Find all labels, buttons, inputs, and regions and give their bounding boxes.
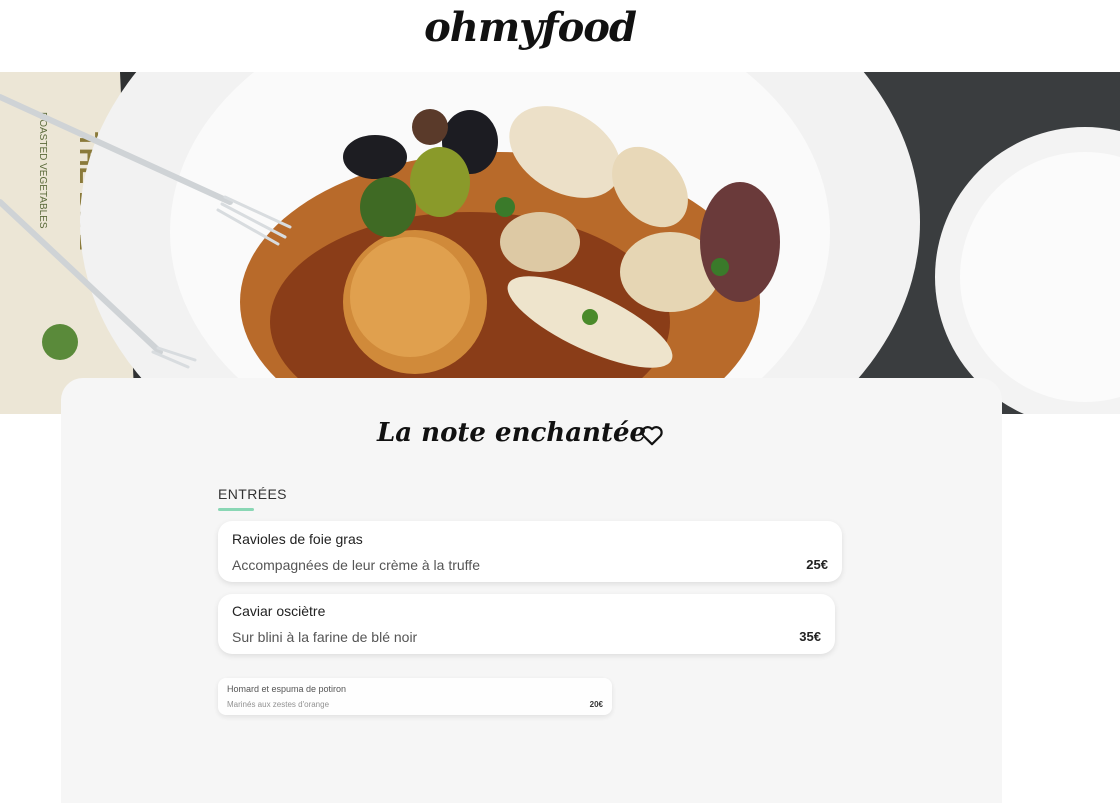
hero-image: ROASTED VEGETABLES THE BITE [0, 72, 1120, 414]
dish-card[interactable]: Homard et espuma de potiron Marinés aux … [218, 678, 612, 715]
dish-card[interactable]: Ravioles de foie gras Accompagnées de le… [218, 521, 842, 582]
restaurant-card: La note enchantée ENTRÉES Ravioles de fo… [61, 378, 1002, 803]
dish-name: Homard et espuma de potiron [227, 684, 347, 694]
section-title: ENTRÉES [218, 486, 287, 502]
header: ohmyfood [0, 0, 1120, 72]
heart-outline-icon[interactable] [639, 422, 665, 448]
logo[interactable]: ohmyfood [0, 4, 1060, 51]
dish-description: Marinés aux zestes d'orange [227, 700, 330, 709]
dish-card[interactable]: Caviar osciètre Sur blini à la farine de… [218, 594, 835, 654]
dish-name: Caviar osciètre [232, 603, 326, 619]
restaurant-name: La note enchantée [377, 418, 647, 448]
svg-text:ROASTED VEGETABLES: ROASTED VEGETABLES [37, 112, 48, 229]
dish-price: 25€ [806, 557, 828, 572]
dish-name: Ravioles de foie gras [232, 531, 363, 547]
dish-price: 20€ [589, 700, 603, 709]
section-underline [218, 508, 254, 511]
dish-description: Accompagnées de leur crème à la truffe [232, 557, 480, 573]
title-row: La note enchantée [61, 418, 1002, 458]
dish-price: 35€ [799, 629, 821, 644]
dish-description: Sur blini à la farine de blé noir [232, 629, 418, 645]
